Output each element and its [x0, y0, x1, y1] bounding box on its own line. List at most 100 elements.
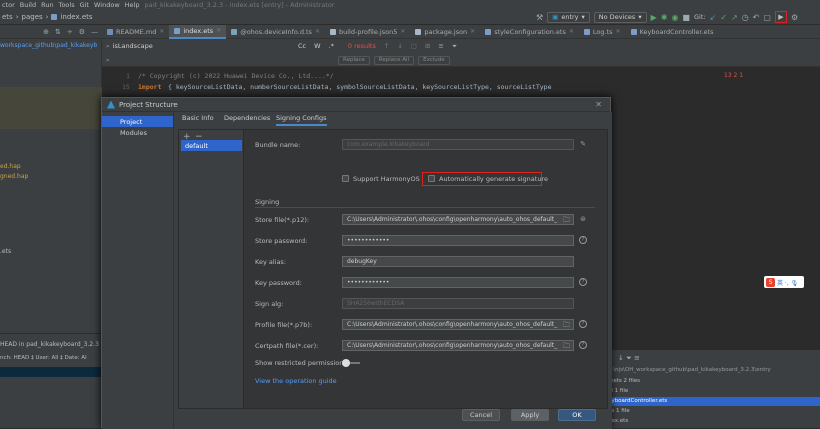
expand-icon[interactable]: ↓ — [618, 354, 624, 362]
expand-icon[interactable]: ÷ — [67, 28, 73, 36]
ime-indicator[interactable]: S 英 ·, 🎙 — [764, 276, 804, 288]
tab-readme[interactable]: README.md ✕ — [102, 25, 169, 39]
breadcrumb-item[interactable]: pages — [22, 13, 43, 21]
key-password-field[interactable]: •••••••••••• — [342, 277, 574, 288]
operation-guide-link[interactable]: View the operation guide — [255, 377, 337, 385]
sidebar-item-project[interactable]: Project — [102, 116, 173, 127]
project-path[interactable]: workspace_github\pad_kikakeyb — [0, 42, 97, 49]
history-icon[interactable]: ◷ — [742, 13, 749, 22]
git-commit-icon[interactable]: ✓ — [720, 13, 727, 22]
tree-item[interactable]: .ets — [0, 248, 11, 255]
tab-dependencies[interactable]: Dependencies — [224, 114, 270, 126]
menu-item[interactable]: Run — [41, 1, 53, 9]
menu-item[interactable]: Tools — [59, 1, 75, 9]
close-icon[interactable]: ✕ — [400, 28, 405, 35]
tab-index[interactable]: index.ets ✕ — [169, 24, 227, 39]
help-icon[interactable]: ? — [579, 278, 587, 286]
key-alias-field[interactable]: debugKey — [342, 256, 574, 267]
filter-icon[interactable]: ⏷ — [626, 354, 632, 362]
menu-item[interactable]: Help — [125, 1, 140, 9]
collapse-icon[interactable]: ⇅ — [55, 28, 61, 36]
device-select[interactable]: No Devices ▾ — [593, 11, 647, 23]
sign-alg-field[interactable]: SHA256withECDSA — [342, 298, 574, 309]
breadcrumb-item[interactable]: index.ets — [60, 13, 92, 21]
tab-deviceinfo[interactable]: @ohos.deviceInfo.d.ts ✕ — [226, 25, 325, 39]
close-icon[interactable]: ✕ — [159, 28, 164, 35]
settings-icon[interactable]: ⚙ — [791, 13, 798, 22]
close-icon[interactable]: ✕ — [595, 100, 602, 109]
config-item-default[interactable]: default — [181, 140, 242, 151]
close-icon[interactable]: ✕ — [569, 28, 574, 35]
gear-icon[interactable]: ⚙ — [79, 28, 85, 36]
folder-icon[interactable]: 🗀 — [563, 216, 570, 224]
code-line[interactable]: { keySourceListData, numberSourceListDat… — [168, 83, 552, 91]
tab-keyboard-controller[interactable]: KeyboardController.ets — [626, 25, 719, 39]
replace-all-button[interactable]: Replace All — [373, 55, 415, 65]
inspection-widget[interactable]: 13 2 1 — [724, 72, 743, 79]
locate-icon[interactable]: ⊕ — [43, 28, 49, 36]
rollback-icon[interactable]: ↶ — [753, 13, 760, 22]
run-icon[interactable]: ▶ — [651, 13, 657, 22]
replace-button[interactable]: Replace — [338, 55, 370, 65]
tab-log[interactable]: Log.ts ✕ — [579, 25, 626, 39]
selected-log-row[interactable] — [0, 367, 102, 377]
arrow-up-icon[interactable]: ↑ — [384, 42, 389, 50]
tab-build-profile[interactable]: build-profile.json5 ✕ — [325, 25, 410, 39]
close-icon[interactable]: ✕ — [216, 27, 221, 34]
git-update-icon[interactable]: ↙ — [710, 13, 717, 22]
run-config-select[interactable]: ▣ entry ▾ — [547, 11, 590, 23]
git-push-icon[interactable]: ↗ — [731, 13, 738, 22]
match-case-toggle[interactable]: Cc — [298, 42, 306, 50]
fingerprint-icon[interactable]: ⊛ — [579, 215, 587, 223]
tab-style-configuration[interactable]: styleConfiguration.ets ✕ — [480, 25, 579, 39]
help-icon[interactable]: ? — [579, 236, 587, 244]
tab-package[interactable]: package.json ✕ — [410, 25, 480, 39]
bundle-name-field[interactable]: com.example.kikakeyboard — [342, 139, 574, 150]
filter-icon[interactable]: ⏷ — [452, 42, 457, 51]
select-all-icon[interactable]: ▢ — [411, 42, 417, 50]
menu-item[interactable]: Window — [94, 1, 120, 9]
help-icon[interactable]: ? — [579, 341, 587, 349]
stop-icon[interactable]: ■ — [682, 13, 690, 22]
tree-item[interactable]: gned.hap — [0, 173, 28, 180]
close-icon[interactable]: ✕ — [315, 28, 320, 35]
tree-item[interactable]: ed.hap — [0, 163, 21, 170]
menu-item[interactable]: Build — [20, 1, 36, 9]
arrow-down-icon[interactable]: ↓ — [397, 42, 402, 50]
stop-square-icon[interactable]: ▢ — [763, 13, 771, 22]
folder-icon[interactable]: 🗀 — [563, 342, 570, 350]
debug-icon[interactable]: ✱ — [661, 13, 668, 22]
minimize-icon[interactable]: — — [91, 28, 98, 36]
menu-item[interactable]: Git — [80, 1, 89, 9]
close-icon[interactable]: ✕ — [470, 28, 475, 35]
tab-basic-info[interactable]: Basic Info — [182, 114, 214, 126]
edit-icon[interactable]: ✎ — [579, 140, 587, 148]
store-file-field[interactable]: C:\Users\Administrator\.ohos\config\open… — [342, 214, 574, 225]
ok-button[interactable]: OK — [558, 409, 596, 421]
code-line[interactable]: /* Copyright (c) 2022 Huawei Device Co.,… — [138, 72, 334, 80]
changes-path[interactable]: E:\njs\OH_workspace_github\pad_kikakeybo… — [608, 367, 771, 373]
whole-word-toggle[interactable]: W — [314, 42, 320, 50]
list-icon[interactable]: ≡ — [634, 354, 640, 362]
support-harmonyos-checkbox[interactable] — [342, 175, 349, 182]
regex-toggle[interactable]: .* — [329, 42, 334, 50]
close-icon[interactable]: ✕ — [616, 28, 621, 35]
show-permissions-toggle[interactable] — [342, 359, 362, 367]
device-manager-button[interactable]: ▶ — [774, 11, 787, 23]
sidebar-item-modules[interactable]: Modules — [102, 127, 173, 138]
store-password-field[interactable]: •••••••••••• — [342, 235, 574, 246]
search-input[interactable]: ⌕ isLandscape — [106, 41, 153, 51]
folder-icon[interactable]: 🗀 — [563, 321, 570, 329]
tab-signing-configs[interactable]: Signing Configs — [276, 114, 327, 126]
profile-file-field[interactable]: C:\Users\Administrator\.ohos\config\open… — [342, 319, 574, 330]
help-icon[interactable]: ? — [579, 320, 587, 328]
filter-list-icon[interactable]: ≡ — [438, 42, 443, 50]
certpath-file-field[interactable]: C:\Users\Administrator\.ohos\config\open… — [342, 340, 574, 351]
exclude-button[interactable]: Exclude — [418, 55, 450, 65]
apply-button[interactable]: Apply — [511, 409, 549, 421]
menu-item[interactable]: ctor — [2, 1, 15, 9]
changes-item[interactable]: n\ets 2 files — [608, 378, 640, 384]
profile-icon[interactable]: ◉ — [671, 13, 678, 22]
changes-item[interactable]: eyboardController.ets — [608, 398, 667, 404]
git-filter[interactable]: nch: HEAD ‡ User: All ‡ Date: Al — [0, 355, 87, 361]
